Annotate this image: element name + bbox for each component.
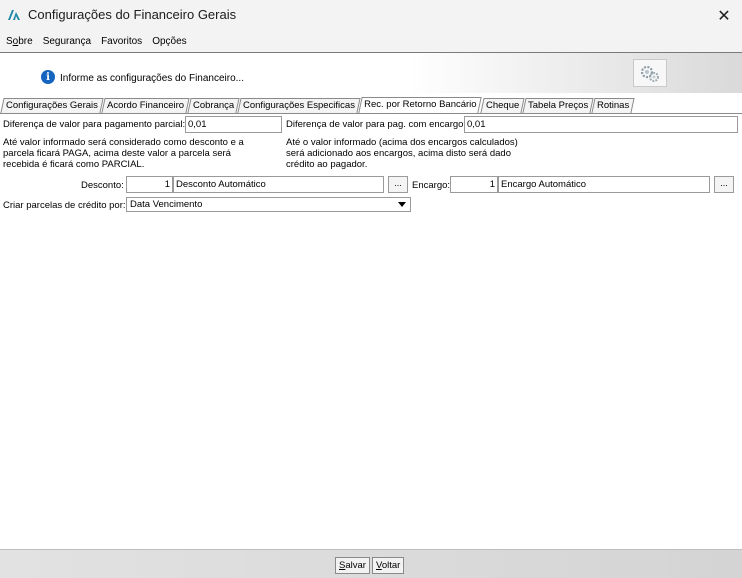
charge-payment-description: Até o valor informado (acima dos encargo…	[286, 137, 518, 170]
dropdown-arrow-icon	[398, 202, 406, 207]
discount-name-field: Desconto Automático	[173, 176, 384, 193]
tab-cheque[interactable]: Cheque	[480, 98, 525, 113]
tab-tabela-precos[interactable]: Tabela Preços	[522, 98, 594, 113]
discount-browse-button[interactable]: ...	[388, 176, 408, 193]
save-button[interactable]: Salvar	[335, 557, 370, 574]
info-text: Informe as configurações do Financeiro..…	[60, 73, 244, 84]
discount-code-input[interactable]: 1	[126, 176, 173, 193]
close-button[interactable]: ✕	[706, 0, 742, 31]
tab-configuracoes-especificas[interactable]: Configurações Especificas	[237, 98, 361, 113]
menu-sobre[interactable]: Sobre	[6, 36, 33, 47]
charge-label: Encargo:	[412, 180, 451, 191]
menu-opcoes[interactable]: Opções	[152, 36, 186, 47]
tab-rec-retorno-bancario[interactable]: Rec. por Retorno Bancário	[358, 97, 483, 113]
tab-divider	[0, 113, 742, 114]
tab-rotinas[interactable]: Rotinas	[591, 98, 635, 113]
charge-name-field: Encargo Automático	[498, 176, 710, 193]
close-icon: ✕	[717, 7, 731, 25]
tab-acordo-financeiro[interactable]: Acordo Financeiro	[101, 98, 190, 113]
menu-favoritos[interactable]: Favoritos	[101, 36, 142, 47]
credit-installments-label: Criar parcelas de crédito por:	[3, 200, 126, 211]
tab-configuracoes-gerais[interactable]: Configurações Gerais	[0, 98, 104, 113]
menu-bar: Sobre Segurança Favoritos Opções	[0, 31, 742, 52]
tab-strip: Configurações Gerais Acordo Financeiro C…	[0, 97, 635, 113]
charge-browse-button[interactable]: ...	[714, 176, 734, 193]
charge-payment-input[interactable]: 0,01	[464, 116, 738, 133]
title-bar: Configurações do Financeiro Gerais ✕	[0, 0, 742, 31]
charge-payment-label: Diferença de valor para pag. com encargo…	[286, 119, 467, 130]
credit-installments-value: Data Vencimento	[130, 199, 203, 210]
gears-icon	[640, 65, 659, 82]
credit-installments-select[interactable]: Data Vencimento	[126, 197, 411, 212]
back-button[interactable]: Voltar	[372, 557, 405, 574]
menu-seguranca[interactable]: Segurança	[43, 36, 91, 47]
app-logo-icon	[8, 10, 20, 20]
footer-bar	[0, 550, 742, 578]
partial-payment-description: Até valor informado será considerado com…	[3, 137, 244, 170]
settings-button[interactable]	[633, 59, 667, 87]
charge-code-input[interactable]: 1	[450, 176, 498, 193]
tab-cobranca[interactable]: Cobrança	[187, 98, 240, 113]
partial-payment-label: Diferença de valor para pagamento parcia…	[3, 119, 186, 130]
discount-label: Desconto:	[81, 180, 124, 191]
window-title: Configurações do Financeiro Gerais	[28, 7, 237, 22]
info-icon: i	[41, 70, 55, 84]
partial-payment-input[interactable]: 0,01	[185, 116, 282, 133]
